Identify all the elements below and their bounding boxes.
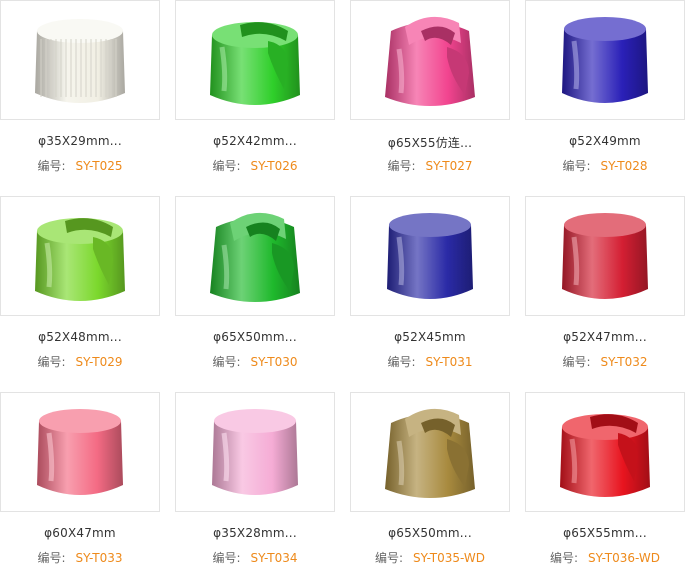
product-code[interactable]: SY-T029 [76, 355, 123, 369]
product-title[interactable]: φ65X55仿连... [350, 134, 510, 151]
code-label: 编号: [550, 551, 579, 565]
code-label: 编号: [562, 355, 591, 369]
code-label: 编号: [37, 355, 66, 369]
product-code[interactable]: SY-T028 [601, 159, 648, 173]
product-image[interactable] [175, 196, 335, 316]
code-label: 编号: [37, 159, 66, 173]
cap-illustration [562, 213, 648, 299]
cap-illustration [35, 19, 125, 103]
code-label: 编号: [212, 159, 241, 173]
product-card: φ65X55mm... 编号: SY-T036-WD [525, 392, 685, 588]
cap-illustration [562, 17, 648, 103]
product-code-row: 编号: SY-T031 [350, 353, 510, 370]
product-title[interactable]: φ35X29mm... [0, 134, 160, 148]
product-card: φ65X50mm... 编号: SY-T035-WD [350, 392, 510, 588]
product-image[interactable] [525, 196, 685, 316]
product-card: φ52X42mm... 编号: SY-T026 [175, 0, 335, 196]
product-code[interactable]: SY-T025 [76, 159, 123, 173]
product-title[interactable]: φ52X49mm [525, 134, 685, 148]
product-card: φ60X47mm 编号: SY-T033 [0, 392, 160, 588]
cap-illustration [560, 414, 650, 497]
cap-illustration [387, 213, 473, 299]
product-code[interactable]: SY-T031 [426, 355, 473, 369]
product-image[interactable] [525, 392, 685, 512]
product-code-row: 编号: SY-T033 [0, 549, 160, 566]
product-code-row: 编号: SY-T026 [175, 157, 335, 174]
product-code-row: 编号: SY-T027 [350, 157, 510, 174]
code-label: 编号: [375, 551, 404, 565]
product-code[interactable]: SY-T026 [251, 159, 298, 173]
product-card: φ52X47mm... 编号: SY-T032 [525, 196, 685, 392]
code-label: 编号: [212, 355, 241, 369]
product-code-row: 编号: SY-T032 [525, 353, 685, 370]
code-label: 编号: [562, 159, 591, 173]
product-code[interactable]: SY-T032 [601, 355, 648, 369]
code-label: 编号: [212, 551, 241, 565]
code-label: 编号: [387, 159, 416, 173]
product-code-row: 编号: SY-T034 [175, 549, 335, 566]
product-title[interactable]: φ52X48mm... [0, 330, 160, 344]
product-card: φ65X50mm... 编号: SY-T030 [175, 196, 335, 392]
product-code[interactable]: SY-T035-WD [413, 551, 485, 565]
product-image[interactable] [0, 392, 160, 512]
cap-illustration [35, 218, 125, 301]
product-code[interactable]: SY-T033 [76, 551, 123, 565]
cap-illustration [210, 22, 300, 105]
product-title[interactable]: φ52X45mm [350, 330, 510, 344]
product-title[interactable]: φ52X47mm... [525, 330, 685, 344]
product-image[interactable] [0, 0, 160, 120]
product-image[interactable] [175, 392, 335, 512]
product-image[interactable] [175, 0, 335, 120]
code-label: 编号: [37, 551, 66, 565]
product-title[interactable]: φ60X47mm [0, 526, 160, 540]
code-label: 编号: [387, 355, 416, 369]
cap-illustration [210, 212, 300, 302]
cap-illustration [385, 408, 475, 498]
cap-illustration [385, 16, 475, 106]
product-card: φ65X55仿连... 编号: SY-T027 [350, 0, 510, 196]
product-card: φ52X48mm... 编号: SY-T029 [0, 196, 160, 392]
product-title[interactable]: φ65X50mm... [350, 526, 510, 540]
product-title[interactable]: φ65X50mm... [175, 330, 335, 344]
product-code[interactable]: SY-T034 [251, 551, 298, 565]
product-code-row: 编号: SY-T035-WD [350, 549, 510, 566]
product-card: φ35X28mm... 编号: SY-T034 [175, 392, 335, 588]
product-code-row: 编号: SY-T036-WD [525, 549, 685, 566]
product-image[interactable] [525, 0, 685, 120]
product-card: φ52X49mm 编号: SY-T028 [525, 0, 685, 196]
product-image[interactable] [350, 0, 510, 120]
product-title[interactable]: φ65X55mm... [525, 526, 685, 540]
product-card: φ52X45mm 编号: SY-T031 [350, 196, 510, 392]
cap-illustration [212, 409, 298, 495]
product-code-row: 编号: SY-T029 [0, 353, 160, 370]
product-card: φ35X29mm... 编号: SY-T025 [0, 0, 160, 196]
product-image[interactable] [0, 196, 160, 316]
product-code[interactable]: SY-T030 [251, 355, 298, 369]
product-code-row: 编号: SY-T028 [525, 157, 685, 174]
product-title[interactable]: φ35X28mm... [175, 526, 335, 540]
product-image[interactable] [350, 392, 510, 512]
product-image[interactable] [350, 196, 510, 316]
product-title[interactable]: φ52X42mm... [175, 134, 335, 148]
product-code-row: 编号: SY-T030 [175, 353, 335, 370]
product-code-row: 编号: SY-T025 [0, 157, 160, 174]
product-code[interactable]: SY-T036-WD [588, 551, 660, 565]
product-grid: φ35X29mm... 编号: SY-T025 φ52X42mm... 编号: SY… [0, 0, 687, 580]
cap-illustration [37, 409, 123, 495]
product-code[interactable]: SY-T027 [426, 159, 473, 173]
